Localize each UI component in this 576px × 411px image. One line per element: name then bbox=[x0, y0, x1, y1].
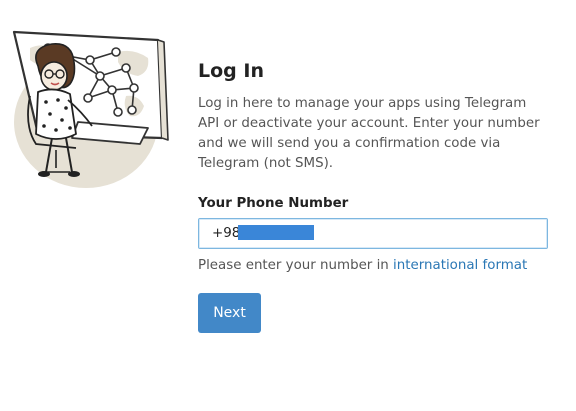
phone-number-label: Your Phone Number bbox=[198, 196, 349, 211]
hint-text: Please enter your number in bbox=[198, 258, 394, 273]
login-description: Log in here to manage your apps using Te… bbox=[198, 96, 540, 171]
phone-number-field[interactable] bbox=[198, 218, 548, 249]
woman-at-network-screen-illustration bbox=[12, 30, 169, 188]
phone-format-hint: Please enter your number in internationa… bbox=[198, 256, 550, 276]
page-title: Log In bbox=[198, 60, 264, 82]
next-button[interactable]: Next bbox=[198, 293, 261, 333]
login-form: Log In Log in here to manage your apps u… bbox=[198, 58, 550, 333]
login-page: Log In Log in here to manage your apps u… bbox=[0, 0, 576, 411]
international-format-link[interactable]: international format bbox=[393, 258, 527, 273]
redacted-phone-digits bbox=[238, 225, 314, 240]
